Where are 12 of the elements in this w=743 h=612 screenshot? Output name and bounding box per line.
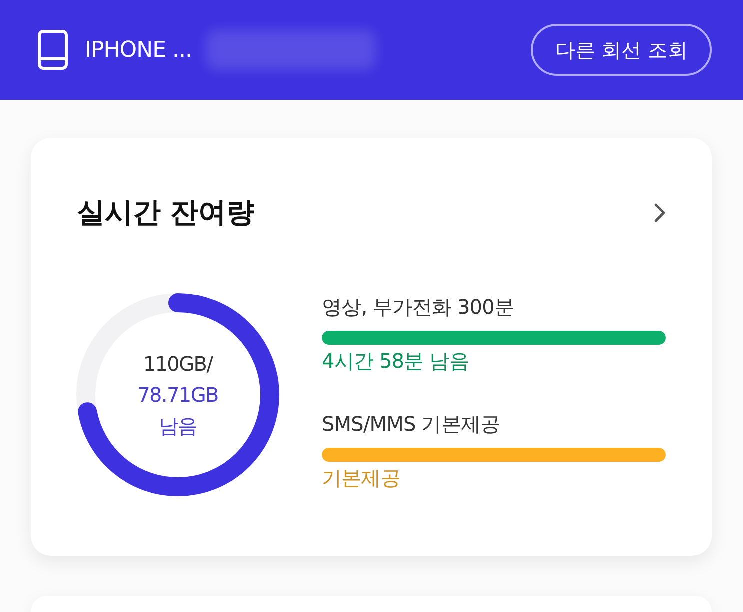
allowance-label: SMS/MMS 기본제공 [322,411,500,438]
phone-icon [38,30,68,70]
remaining-data: 78.71GB [138,382,218,408]
total-data: 110GB/ [143,350,213,378]
switch-line-button[interactable]: 다른 회선 조회 [531,24,712,76]
allowance-label: 영상, 부가전화 300분 [322,294,514,321]
allowance-status: 기본제공 [322,465,400,492]
remaining-label: 남음 [158,412,198,440]
device-name: IPHONE ... [85,38,192,62]
allowance-status: 4시간 58분 남음 [322,348,469,375]
card-title: 실시간 잔여량 [77,195,255,231]
chevron-right-icon[interactable] [654,203,666,223]
